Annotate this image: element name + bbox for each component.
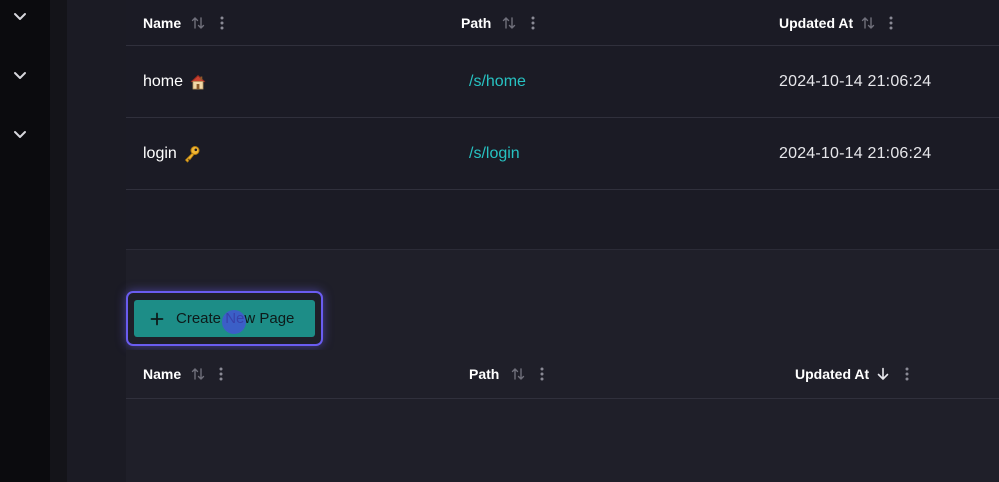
- sort-icon[interactable]: [501, 15, 517, 31]
- sidebar-rail: [50, 0, 67, 482]
- sidebar: [0, 0, 50, 482]
- chevron-down-icon[interactable]: [11, 126, 29, 144]
- kebab-menu-icon[interactable]: [218, 366, 224, 382]
- content-gutter: [67, 0, 126, 482]
- sort-icon[interactable]: [860, 15, 876, 31]
- cell-path[interactable]: /s/login: [469, 118, 520, 189]
- table-row[interactable]: home /s/home 2024-10-14 21:06:24: [126, 46, 999, 118]
- table-row[interactable]: login /s/login 2024-10-14 21:06:24: [126, 118, 999, 190]
- column-label: Updated At: [795, 366, 870, 382]
- sort-icon[interactable]: [510, 366, 526, 382]
- column-header-name[interactable]: Name: [143, 0, 225, 45]
- house-emoji-icon: [189, 73, 207, 91]
- column-label: Path: [469, 366, 500, 382]
- page-name: login: [143, 144, 177, 162]
- cell-name: login: [143, 118, 201, 189]
- cell-updated-at: 2024-10-14 21:06:24: [779, 46, 931, 117]
- column-header-path[interactable]: Path: [461, 0, 536, 45]
- pages-table-secondary: Name Path Updated At: [126, 350, 999, 482]
- cell-name: home: [143, 46, 207, 117]
- column-label: Name: [143, 14, 182, 31]
- column-header-updated-at[interactable]: Updated At: [795, 350, 910, 398]
- page-path-link[interactable]: /s/home: [469, 73, 526, 91]
- plus-icon: [150, 312, 164, 326]
- table-header: Name Path Updated At: [126, 350, 999, 399]
- kebab-menu-icon[interactable]: [888, 15, 894, 31]
- kebab-menu-icon[interactable]: [539, 366, 545, 382]
- updated-at-value: 2024-10-14 21:06:24: [779, 72, 932, 90]
- cell-path[interactable]: /s/home: [469, 46, 526, 117]
- column-header-path[interactable]: Path: [469, 350, 545, 398]
- table-header: Name Path Updated At: [126, 0, 999, 46]
- kebab-menu-icon[interactable]: [219, 15, 225, 31]
- kebab-menu-icon[interactable]: [904, 366, 910, 382]
- column-header-name[interactable]: Name: [143, 350, 224, 398]
- kebab-menu-icon[interactable]: [530, 15, 536, 31]
- chevron-down-icon[interactable]: [11, 67, 29, 85]
- mouse-cursor-indicator: [222, 310, 246, 334]
- pages-table: Name Path Updated At home /s/home 2024-1…: [126, 0, 999, 250]
- column-label: Path: [461, 14, 492, 31]
- key-emoji-icon: [183, 145, 201, 163]
- page-path-link[interactable]: /s/login: [469, 145, 520, 163]
- arrow-down-icon[interactable]: [875, 366, 891, 382]
- column-label: Name: [143, 366, 182, 382]
- column-label: Updated At: [779, 14, 854, 31]
- cell-updated-at: 2024-10-14 21:06:24: [779, 118, 931, 189]
- sort-icon[interactable]: [190, 15, 206, 31]
- column-header-updated-at[interactable]: Updated At: [779, 0, 894, 45]
- chevron-down-icon[interactable]: [11, 8, 29, 26]
- page-name: home: [143, 72, 184, 90]
- updated-at-value: 2024-10-14 21:06:24: [779, 144, 932, 162]
- sort-icon[interactable]: [190, 366, 206, 382]
